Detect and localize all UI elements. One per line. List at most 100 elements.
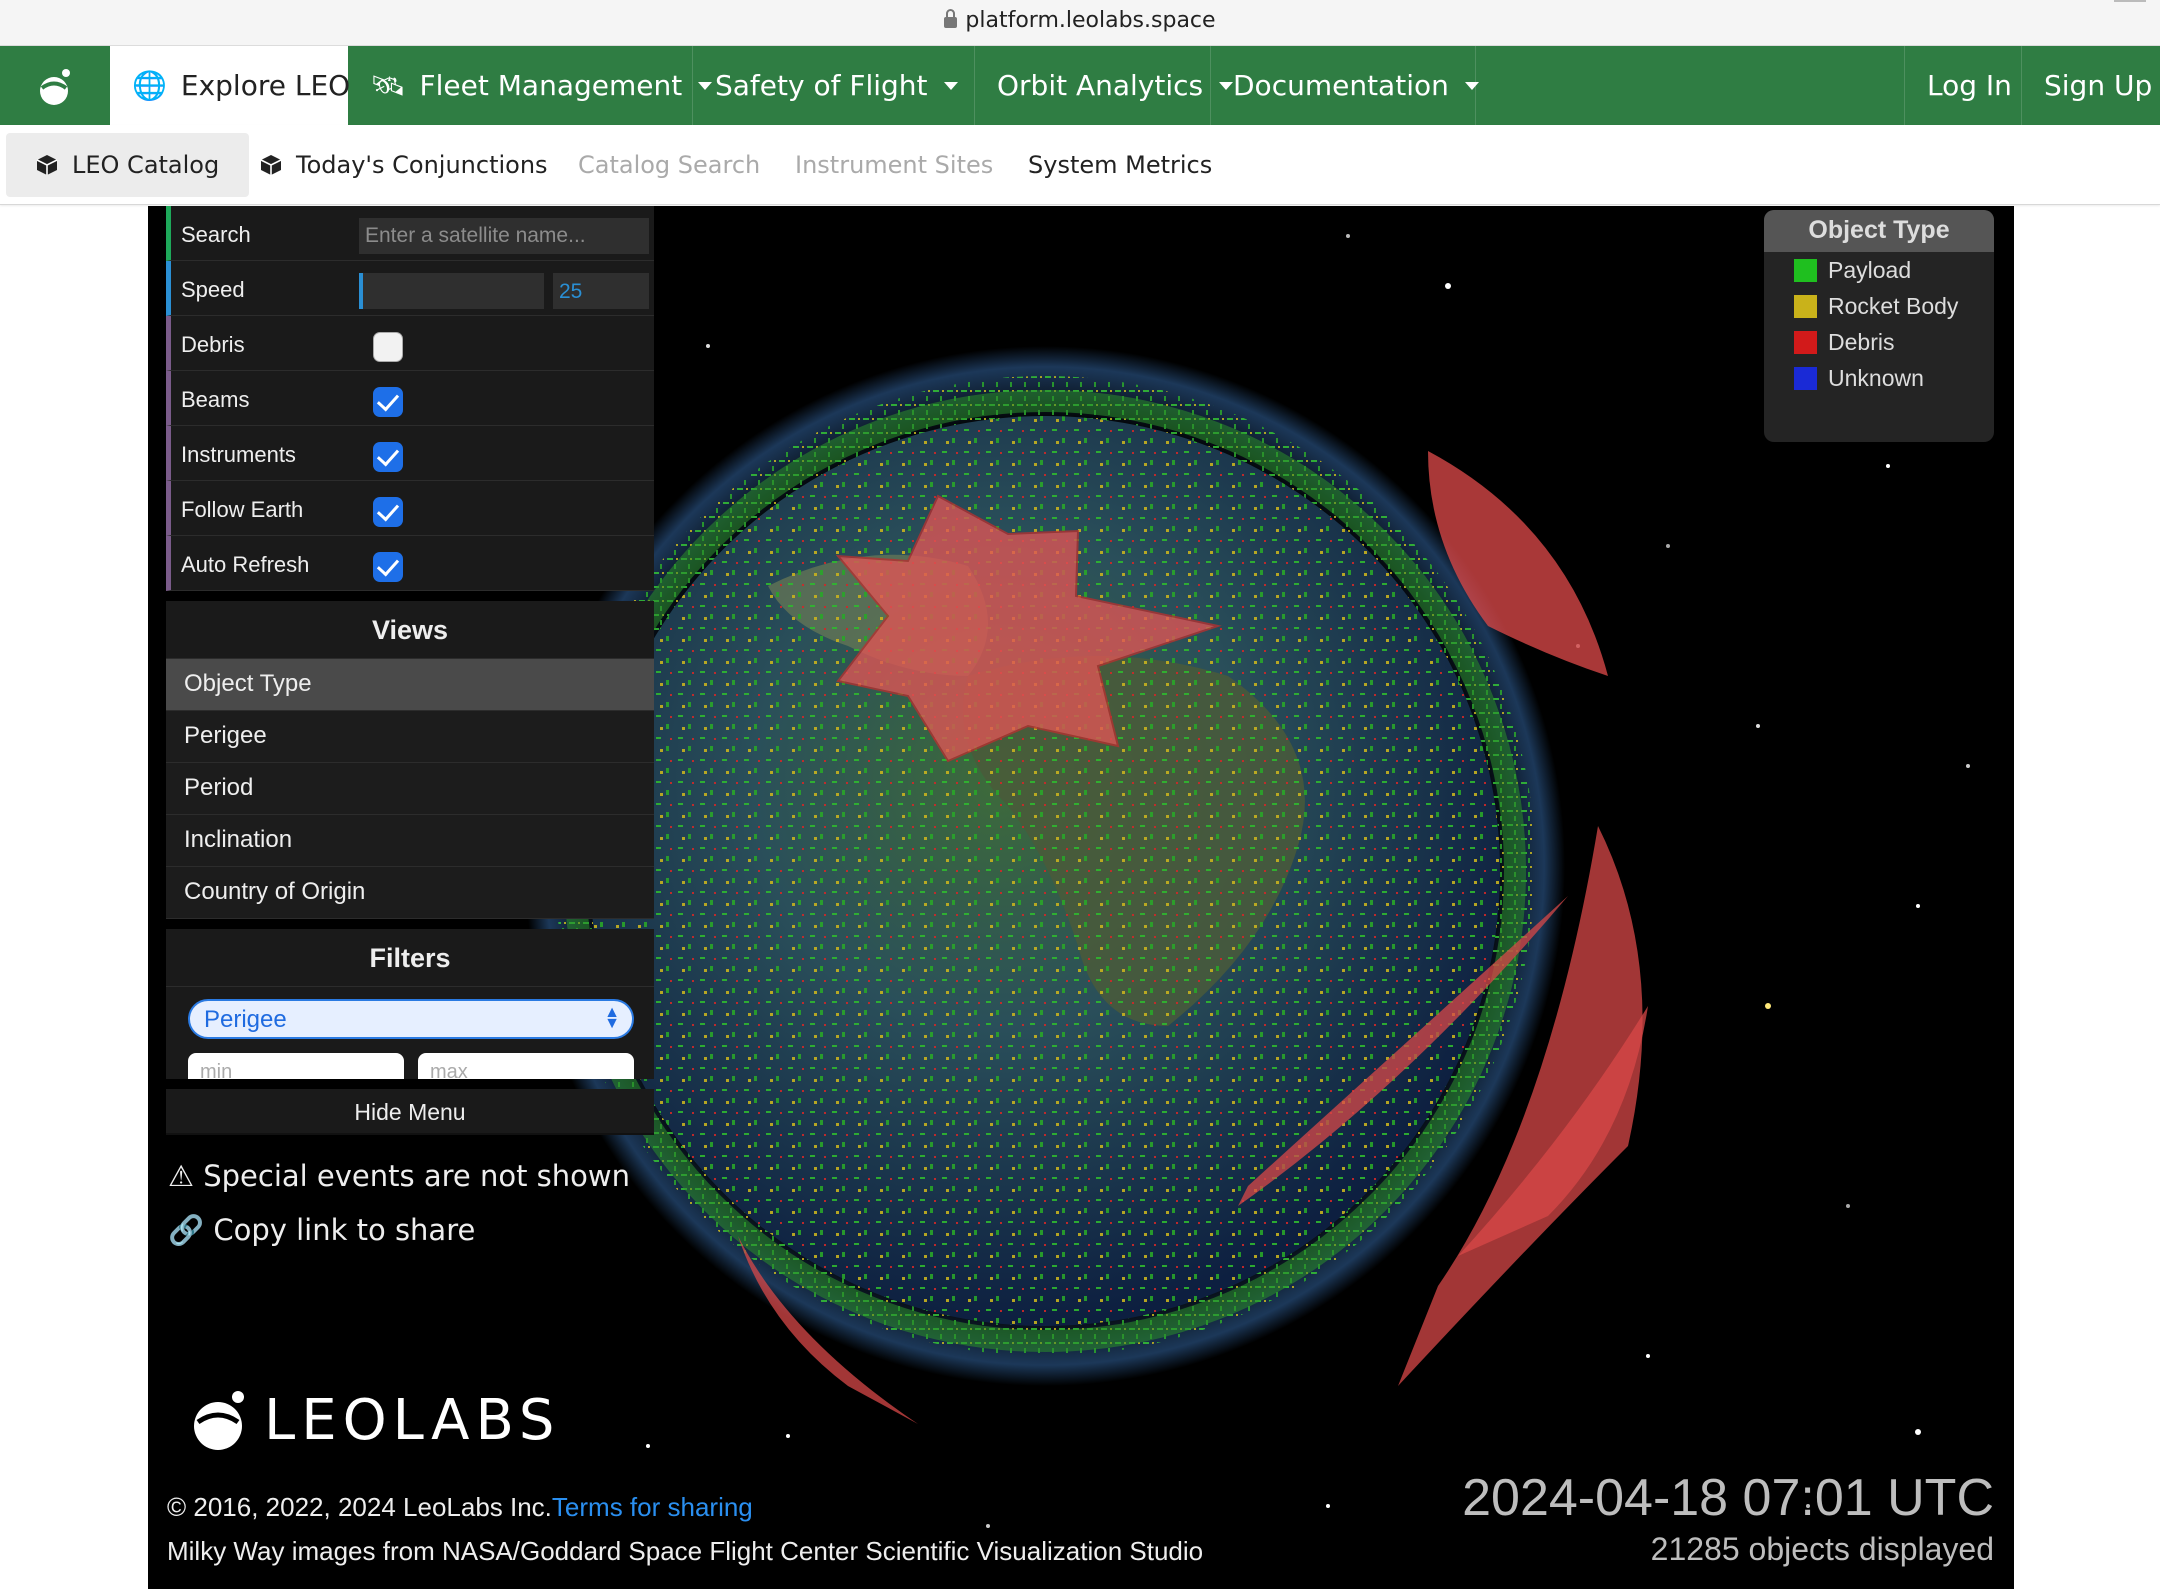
speed-label: Speed bbox=[181, 277, 245, 302]
nav-explore-leo-label: Explore LEO bbox=[180, 69, 351, 102]
nav-orbit-analytics-label: Orbit Analytics bbox=[997, 69, 1204, 102]
toggle-label: Follow Earth bbox=[181, 497, 304, 522]
tab-instrument-sites[interactable]: Instrument Sites bbox=[765, 133, 1023, 197]
special-events-note: ⚠ Special events are not shown bbox=[166, 1159, 654, 1193]
toggle-label: Auto Refresh bbox=[181, 552, 310, 577]
sub-navigation: LEO Catalog Today's Conjunctions Catalog… bbox=[0, 125, 2160, 205]
speed-slider-thumb[interactable] bbox=[359, 273, 363, 309]
view-item-perigee[interactable]: Perigee bbox=[166, 711, 654, 763]
signup-label: Sign Up bbox=[2044, 69, 2153, 102]
nav-explore-leo[interactable]: 🌐 Explore LEO bbox=[110, 46, 351, 125]
toggle-label: Beams bbox=[181, 387, 250, 412]
toggle-label: Debris bbox=[181, 332, 245, 357]
legend-label: Unknown bbox=[1828, 365, 1924, 391]
globe-icon: 🌐 bbox=[132, 69, 167, 102]
leolabs-logo-icon bbox=[194, 1391, 244, 1450]
legend-swatch-rocket-body bbox=[1794, 295, 1817, 318]
special-events-text: Special events are not shown bbox=[203, 1159, 631, 1193]
tab-catalog-search[interactable]: Catalog Search bbox=[548, 133, 790, 197]
objects-count: 21285 objects displayed bbox=[1650, 1531, 1994, 1567]
copy-link-button[interactable]: 🔗 Copy link to share bbox=[166, 1213, 654, 1248]
legend-swatch-debris bbox=[1794, 331, 1817, 354]
view-item-period[interactable]: Period bbox=[166, 763, 654, 815]
chevron-down-icon bbox=[943, 81, 958, 90]
window-corner-indicator bbox=[2114, 0, 2146, 2]
filter-select[interactable]: Perigee ▲ ▼ bbox=[188, 999, 634, 1039]
search-input[interactable]: Enter a satellite name... bbox=[359, 218, 649, 254]
toggle-row-debris: Debris bbox=[166, 316, 654, 371]
globe-visualization[interactable]: Search Enter a satellite name... Speed 2… bbox=[148, 206, 2014, 1589]
legend-item-unknown: Unknown bbox=[1794, 360, 1994, 396]
login-button[interactable]: Log In bbox=[1904, 46, 2022, 125]
nav-safety-of-flight[interactable]: Safety of Flight bbox=[693, 46, 975, 125]
follow-earth-checkbox[interactable] bbox=[373, 497, 403, 527]
legend-item-rocket-body: Rocket Body bbox=[1794, 288, 1994, 324]
filter-min-input[interactable]: min bbox=[188, 1053, 404, 1079]
url-text: platform.leolabs.space bbox=[965, 8, 1216, 33]
signup-button[interactable]: Sign Up bbox=[2022, 46, 2160, 125]
toggle-row-auto-refresh: Auto Refresh bbox=[166, 536, 654, 591]
satellite-icon: 🛰 bbox=[370, 69, 406, 102]
debris-checkbox[interactable] bbox=[373, 332, 403, 362]
tab-todays-conjunctions[interactable]: Today's Conjunctions bbox=[230, 133, 578, 197]
chevron-updown-icon: ▲ ▼ bbox=[604, 1004, 620, 1032]
nav-documentation-label: Documentation bbox=[1233, 69, 1449, 102]
instruments-checkbox[interactable] bbox=[373, 442, 403, 472]
tab-system-metrics-label: System Metrics bbox=[1028, 151, 1213, 179]
tab-todays-conjunctions-label: Today's Conjunctions bbox=[296, 151, 548, 179]
nav-fleet-management[interactable]: 🛰 Fleet Management bbox=[348, 46, 713, 125]
copy-link-text: Copy link to share bbox=[213, 1213, 476, 1247]
view-item-object-type[interactable]: Object Type bbox=[166, 659, 654, 711]
chevron-down-icon bbox=[1464, 81, 1479, 90]
speed-row: Speed 25 bbox=[166, 261, 654, 316]
hide-menu-button[interactable]: Hide Menu bbox=[166, 1089, 654, 1135]
filter-select-value: Perigee bbox=[204, 1006, 287, 1033]
filter-max-input[interactable]: max bbox=[418, 1053, 634, 1079]
view-item-inclination[interactable]: Inclination bbox=[166, 815, 654, 867]
search-row: Search Enter a satellite name... bbox=[166, 206, 654, 261]
toggle-row-instruments: Instruments bbox=[166, 426, 654, 481]
legend-swatch-payload bbox=[1794, 259, 1817, 282]
speed-value-input[interactable]: 25 bbox=[553, 273, 649, 309]
top-navigation: 🌐 Explore LEO 🛰 Fleet Management Safety … bbox=[0, 46, 2160, 125]
url-display[interactable]: platform.leolabs.space bbox=[0, 8, 2160, 33]
leolabs-wordmark: LEOLABS bbox=[264, 1388, 561, 1453]
leolabs-logo-icon[interactable] bbox=[28, 64, 84, 108]
nav-safety-of-flight-label: Safety of Flight bbox=[715, 69, 928, 102]
beams-checkbox[interactable] bbox=[373, 387, 403, 417]
cube-icon bbox=[36, 155, 58, 175]
copyright-text: © 2016, 2022, 2024 LeoLabs Inc. bbox=[167, 1492, 552, 1522]
speed-slider[interactable] bbox=[359, 273, 544, 309]
app-root: platform.leolabs.space 🌐 Explore LEO 🛰 F… bbox=[0, 0, 2160, 1589]
toggle-row-beams: Beams bbox=[166, 371, 654, 426]
toggle-row-follow-earth: Follow Earth bbox=[166, 481, 654, 536]
filters-title: Filters bbox=[166, 929, 654, 987]
views-panel: Views Object Type Perigee Period Inclina… bbox=[166, 601, 654, 919]
legend-label: Rocket Body bbox=[1828, 293, 1959, 319]
timestamp: 2024-04-18 07:01 UTC bbox=[1462, 1469, 1994, 1527]
nav-orbit-analytics[interactable]: Orbit Analytics bbox=[975, 46, 1234, 125]
auto-refresh-checkbox[interactable] bbox=[373, 552, 403, 582]
legend-label: Payload bbox=[1828, 257, 1912, 283]
legend-item-debris: Debris bbox=[1794, 324, 1994, 360]
tab-system-metrics[interactable]: System Metrics bbox=[998, 133, 1242, 197]
terms-link[interactable]: Terms for sharing bbox=[552, 1492, 753, 1522]
legend-item-payload: Payload bbox=[1794, 252, 1994, 288]
login-label: Log In bbox=[1927, 69, 2012, 102]
link-icon: 🔗 bbox=[168, 1213, 205, 1247]
views-title: Views bbox=[166, 601, 654, 659]
legend-title: Object Type bbox=[1764, 210, 1994, 252]
earth-globe bbox=[525, 346, 1565, 1386]
nav-documentation[interactable]: Documentation bbox=[1211, 46, 1479, 125]
warning-icon: ⚠ bbox=[168, 1159, 194, 1193]
object-type-legend: Object Type Payload Rocket Body Debris U… bbox=[1764, 210, 1994, 442]
leolabs-brand: LEOLABS bbox=[192, 1388, 554, 1457]
tab-catalog-search-label: Catalog Search bbox=[578, 151, 761, 179]
toggle-label: Instruments bbox=[181, 442, 296, 467]
view-item-country-of-origin[interactable]: Country of Origin bbox=[166, 867, 654, 919]
filters-panel: Filters Perigee ▲ ▼ min max bbox=[166, 929, 654, 1079]
browser-url-bar: platform.leolabs.space bbox=[0, 0, 2160, 46]
copyright: © 2016, 2022, 2024 LeoLabs Inc.Terms for… bbox=[167, 1492, 753, 1523]
lock-icon bbox=[944, 9, 958, 28]
tab-leo-catalog[interactable]: LEO Catalog bbox=[6, 133, 250, 197]
